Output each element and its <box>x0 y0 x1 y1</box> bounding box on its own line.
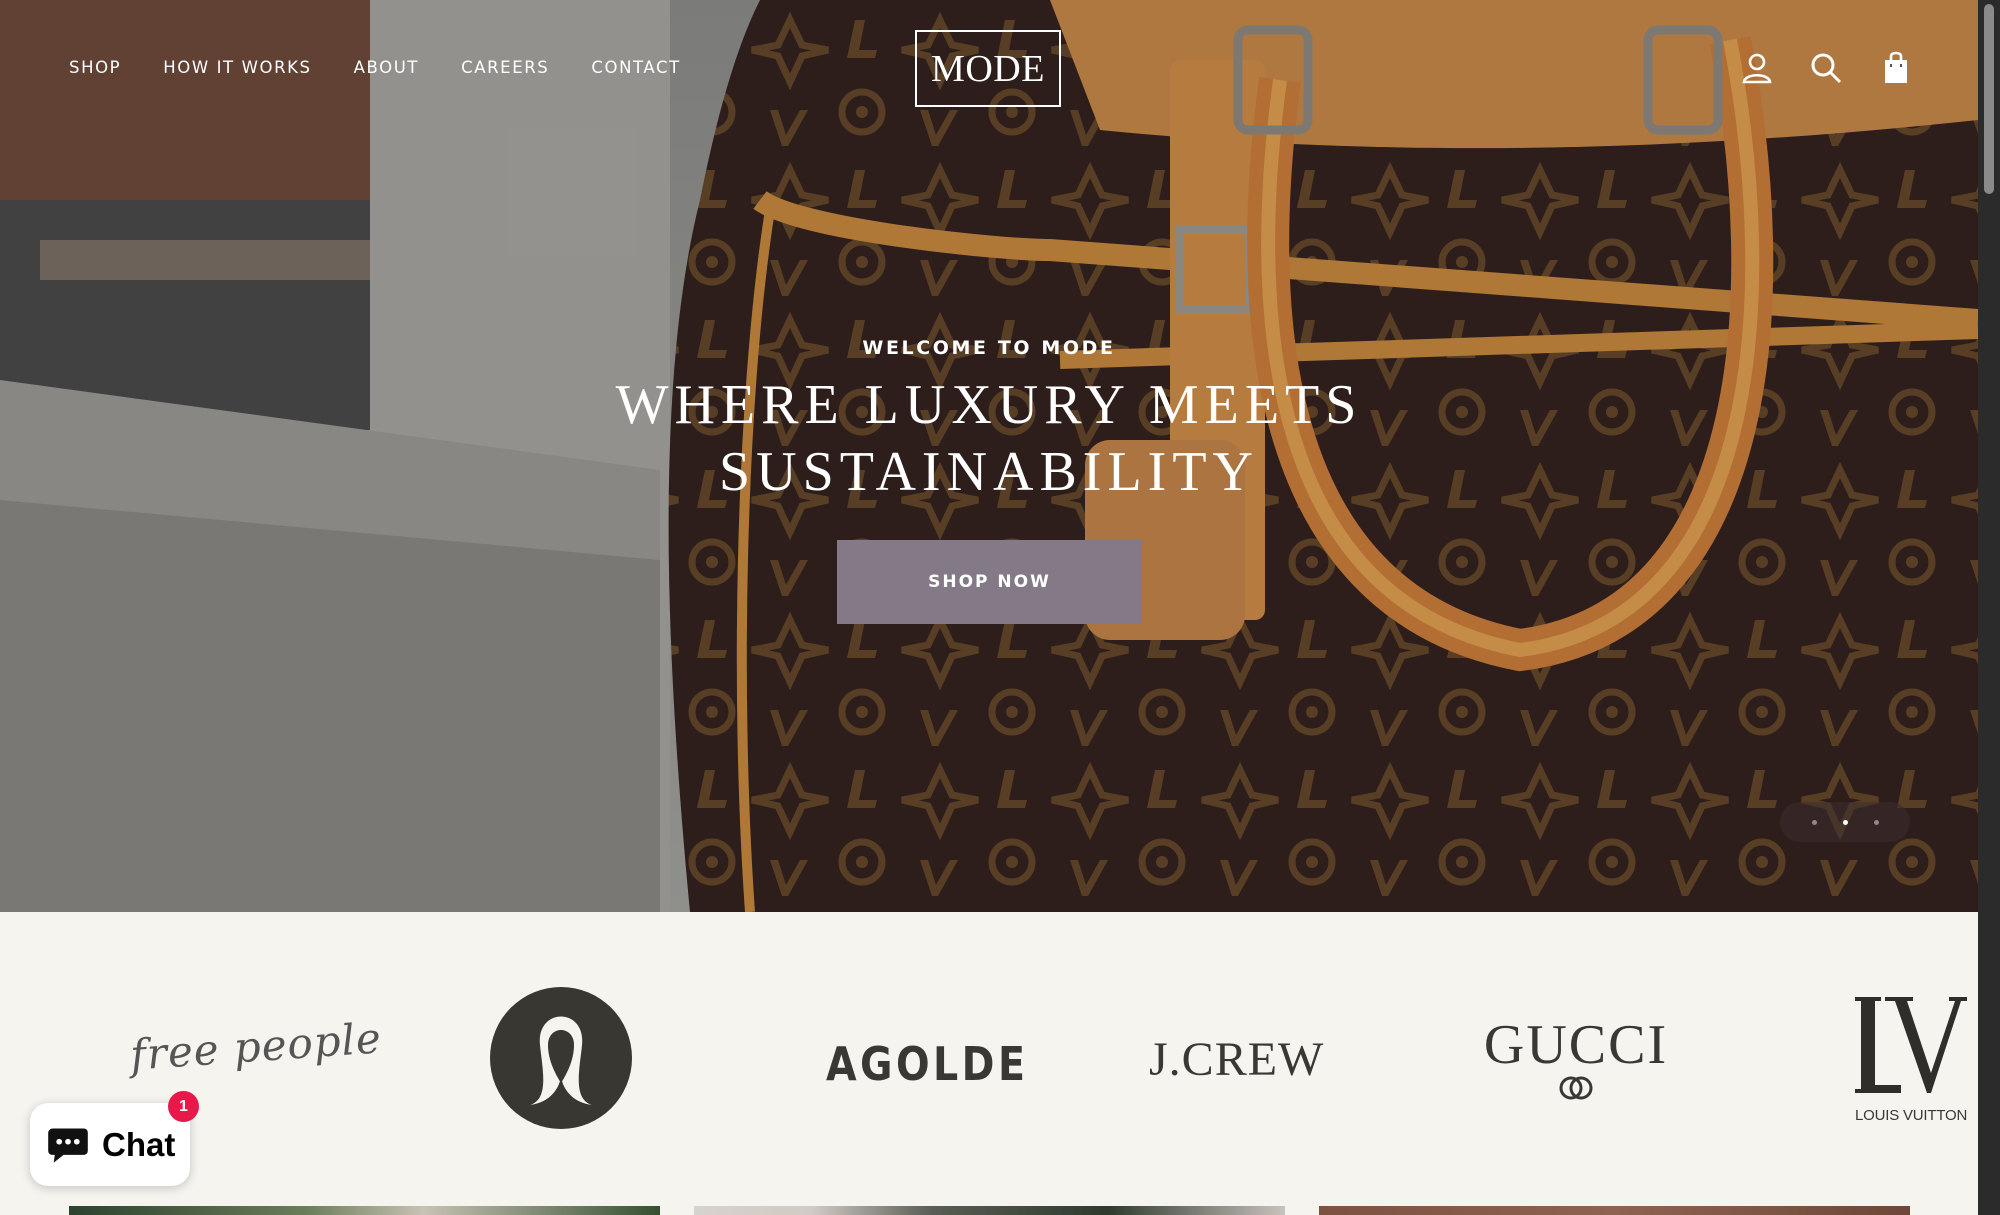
brand-free-people-logo[interactable]: free people <box>129 1013 384 1079</box>
nav-contact[interactable]: CONTACT <box>591 58 680 77</box>
brand-gucci-wordmark: GUCCI <box>1483 1014 1669 1076</box>
brand-louis-vuitton-logo[interactable]: LOUIS VUITTON <box>1855 993 1967 1128</box>
cart-icon[interactable] <box>1878 50 1914 86</box>
hero-headline-line-1: WHERE LUXURY MEETS <box>615 374 1363 436</box>
nav-how-it-works[interactable]: HOW IT WORKS <box>163 58 311 77</box>
slide-dot-3[interactable] <box>1873 819 1879 825</box>
chat-notification-badge: 1 <box>168 1091 199 1122</box>
lv-monogram-icon <box>1855 997 1967 1093</box>
slideshow-pagination <box>1780 802 1910 842</box>
main-nav: SHOP HOW IT WORKS ABOUT CAREERS CONTACT <box>69 58 723 77</box>
brand-lululemon-logo[interactable] <box>490 987 632 1129</box>
hero-headline-line-2: SUSTAINABILITY <box>719 441 1259 503</box>
brand-gucci-logo[interactable]: GUCCI <box>1480 1015 1672 1103</box>
hero-headline: WHERE LUXURY MEETS SUSTAINABILITY <box>0 372 1978 506</box>
featured-card-2[interactable] <box>694 1206 1285 1215</box>
hero-eyebrow: WELCOME TO MODE <box>862 337 1116 359</box>
nav-shop[interactable]: SHOP <box>69 58 121 77</box>
scrollbar-thumb[interactable] <box>1984 4 1994 194</box>
gucci-gg-icon <box>1559 1076 1593 1100</box>
search-icon[interactable] <box>1808 50 1844 86</box>
hero-banner: SHOP HOW IT WORKS ABOUT CAREERS CONTACT … <box>0 0 1978 912</box>
page-scrollbar[interactable] <box>1978 0 2000 1215</box>
chat-label: Chat <box>102 1125 176 1163</box>
featured-card-3[interactable] <box>1319 1206 1910 1215</box>
nav-about[interactable]: ABOUT <box>354 58 419 77</box>
brand-jcrew-logo[interactable]: J.CREW <box>1149 1032 1324 1087</box>
nav-careers[interactable]: CAREERS <box>461 58 549 77</box>
lv-caption: LOUIS VUITTON <box>1855 1107 1968 1124</box>
slide-dot-2[interactable] <box>1842 819 1848 825</box>
brand-agolde-logo[interactable]: AGOLDE <box>826 1037 1028 1091</box>
featured-card-1[interactable] <box>69 1206 660 1215</box>
chat-bubble-icon <box>48 1128 88 1163</box>
slide-dot-1[interactable] <box>1811 819 1817 825</box>
site-logo[interactable]: MODE <box>915 30 1061 107</box>
chat-widget-button[interactable]: Chat 1 <box>30 1091 199 1186</box>
shop-now-button[interactable]: SHOP NOW <box>837 540 1142 624</box>
account-icon[interactable] <box>1739 50 1775 86</box>
